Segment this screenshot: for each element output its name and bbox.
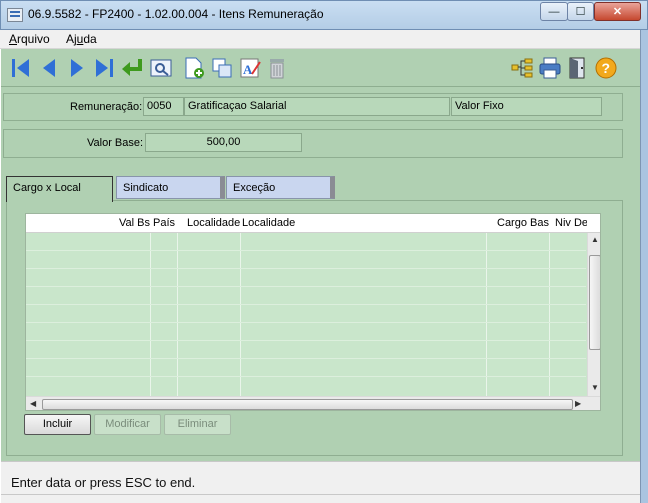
- return-icon[interactable]: [120, 56, 144, 80]
- menu-ajuda-label-a: Aj: [66, 32, 77, 46]
- column-header-localidade[interactable]: Localidade: [242, 217, 295, 229]
- grid-row-line: [26, 376, 586, 377]
- column-header-cargo-base[interactable]: Cargo Bas: [497, 217, 549, 229]
- window-title: 06.9.5582 - FP2400 - 1.02.00.004 - Itens…: [28, 7, 324, 21]
- status-message: Enter data or press ESC to end.: [11, 475, 196, 490]
- grid-column-divider: [486, 233, 487, 396]
- new-document-icon[interactable]: [182, 56, 206, 80]
- menu-arquivo[interactable]: Arquivo: [9, 32, 50, 46]
- menu-bar: Arquivo Ajuda: [0, 30, 648, 49]
- grid-row-line: [26, 340, 586, 341]
- menu-arquivo-label: rquivo: [17, 32, 50, 46]
- modificar-button[interactable]: Modificar: [94, 414, 161, 435]
- app-icon: [7, 8, 23, 22]
- print-icon[interactable]: [538, 56, 562, 80]
- tab-cargo-local[interactable]: Cargo x Local: [6, 176, 113, 202]
- horizontal-scrollbar[interactable]: ◀ ▶: [26, 396, 600, 410]
- status-divider: [1, 494, 640, 495]
- first-record-icon[interactable]: [9, 56, 33, 80]
- data-grid[interactable]: Val Bs País Localidade Localidade Cargo …: [25, 213, 601, 411]
- grid-row-line: [26, 322, 586, 323]
- column-header-nivel[interactable]: Niv De: [555, 217, 587, 229]
- tree-icon[interactable]: [510, 56, 534, 80]
- grid-column-divider: [240, 233, 241, 396]
- grid-header: Val Bs País Localidade Localidade Cargo …: [26, 214, 600, 233]
- trash-icon[interactable]: [265, 56, 289, 80]
- exit-door-icon[interactable]: [566, 56, 590, 80]
- grid-column-divider: [177, 233, 178, 396]
- remuneracao-tipo-field: Valor Fixo: [451, 97, 602, 116]
- search-icon[interactable]: [149, 56, 173, 80]
- minimize-button[interactable]: —: [540, 2, 568, 21]
- copy-icon[interactable]: [210, 56, 234, 80]
- horizontal-scroll-thumb[interactable]: [42, 399, 573, 410]
- maximize-button[interactable]: ☐: [567, 2, 594, 21]
- menu-ajuda-label-b: da: [83, 32, 97, 46]
- column-header-val-bs-pais[interactable]: Val Bs País: [119, 217, 175, 229]
- vertical-scroll-thumb[interactable]: [589, 255, 600, 350]
- valor-base-label: Valor Base:: [87, 137, 144, 149]
- next-record-icon[interactable]: [65, 56, 89, 80]
- toolbar: A ?: [1, 49, 640, 87]
- grid-row-line: [26, 358, 586, 359]
- remuneracao-desc-field: Gratificaçao Salarial: [184, 97, 450, 116]
- valor-base-field[interactable]: 500,00: [145, 133, 302, 152]
- grid-row-line: [26, 250, 586, 251]
- remuneracao-label: Remuneração:: [70, 101, 143, 113]
- last-record-icon[interactable]: [92, 56, 116, 80]
- menu-ajuda[interactable]: Ajuda: [66, 32, 97, 46]
- menu-arquivo-accel: A: [9, 32, 18, 46]
- text-style-icon[interactable]: A: [238, 56, 262, 80]
- grid-column-divider: [549, 233, 550, 396]
- grid-column-divider: [150, 233, 151, 396]
- tab-sindicato[interactable]: Sindicato: [116, 176, 225, 199]
- grid-row-line: [26, 304, 586, 305]
- window-frame-right: [640, 30, 648, 503]
- remuneracao-code-field[interactable]: 0050: [143, 97, 184, 116]
- grid-row-line: [26, 268, 586, 269]
- vertical-scrollbar[interactable]: ▲ ▼: [587, 233, 600, 396]
- svg-text:?: ?: [602, 60, 611, 76]
- scroll-right-arrow-icon[interactable]: ▶: [575, 399, 581, 408]
- scroll-left-arrow-icon[interactable]: ◀: [30, 399, 36, 408]
- tab-excecao[interactable]: Exceção: [226, 176, 335, 199]
- eliminar-button[interactable]: Eliminar: [164, 414, 231, 435]
- scroll-up-arrow-icon[interactable]: ▲: [591, 235, 599, 244]
- close-button[interactable]: ✕: [594, 2, 641, 21]
- previous-record-icon[interactable]: [37, 56, 61, 80]
- svg-text:A: A: [243, 62, 253, 77]
- title-bar: 06.9.5582 - FP2400 - 1.02.00.004 - Itens…: [0, 0, 648, 30]
- help-icon[interactable]: ?: [594, 56, 618, 80]
- column-header-localidade-code[interactable]: Localidade: [187, 217, 240, 229]
- status-bar: Enter data or press ESC to end.: [1, 461, 640, 503]
- grid-row-line: [26, 286, 586, 287]
- scroll-down-arrow-icon[interactable]: ▼: [591, 383, 599, 392]
- incluir-button[interactable]: Incluir: [24, 414, 91, 435]
